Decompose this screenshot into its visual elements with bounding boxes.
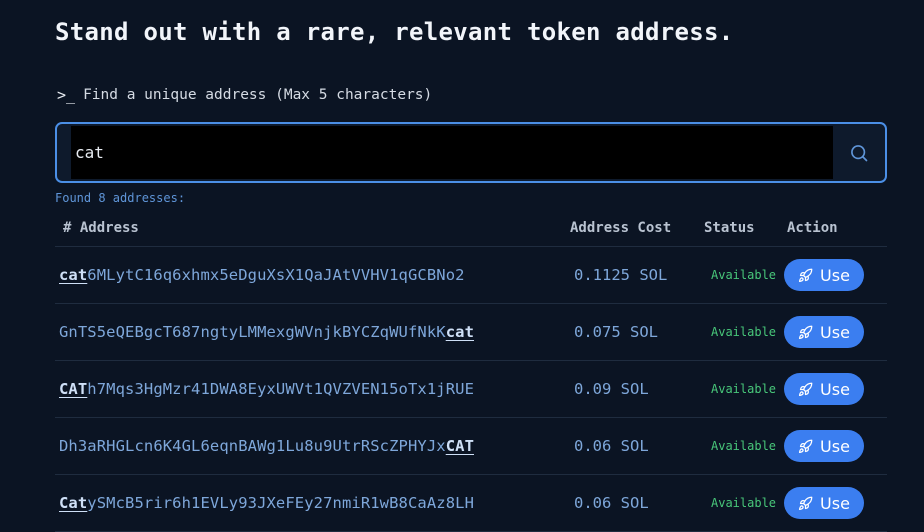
action-cell: Use bbox=[784, 316, 887, 348]
search-prompt: >_ Find a unique address (Max 5 characte… bbox=[57, 86, 432, 104]
header-action: Action bbox=[787, 220, 838, 236]
address-cost: 0.06 SOL bbox=[574, 437, 649, 455]
rocket-icon bbox=[798, 496, 813, 510]
search-input-wrapper bbox=[71, 126, 833, 179]
use-button-label: Use bbox=[820, 436, 850, 456]
table-body: cat6MLytC16q6xhmx5eDguXsX1QaJAtVVHV1qGCB… bbox=[55, 247, 887, 532]
table-row: CATh7Mqs3HgMzr41DWA8EyxUWVt1QVZVEN15oTx1… bbox=[55, 361, 887, 418]
address-suffix: 6MLytC16q6xhmx5eDguXsX1QaJAtVVHV1qGCBNo2 bbox=[87, 266, 465, 284]
rocket-icon bbox=[798, 439, 813, 453]
results-table: # Address Address Cost Status Action cat… bbox=[55, 210, 887, 532]
address-match: Cat bbox=[59, 494, 88, 512]
address-cell: GnTS5eQEBgcT687ngtyLMMexgWVnjkBYCZqWUfNk… bbox=[55, 323, 564, 341]
status-badge: Available bbox=[711, 382, 777, 396]
terminal-prompt-icon: >_ bbox=[57, 86, 76, 104]
address-cost: 0.075 SOL bbox=[574, 323, 658, 341]
address-prefix: GnTS5eQEBgcT687ngtyLMMexgWVnjkBYCZqWUfNk… bbox=[59, 323, 446, 341]
address-suffix: h7Mqs3HgMzr41DWA8EyxUWVt1QVZVEN15oTx1jRU… bbox=[87, 380, 474, 398]
search-input[interactable] bbox=[71, 142, 833, 163]
address-cell: CatySMcB5rir6h1EVLy93JXeFEy27nmiR1wB8CaA… bbox=[55, 494, 564, 512]
address-match: CAT bbox=[59, 380, 88, 398]
use-button[interactable]: Use bbox=[784, 487, 864, 519]
page-title: Stand out with a rare, relevant token ad… bbox=[55, 18, 734, 46]
results-count: Found 8 addresses: bbox=[55, 191, 186, 205]
status-badge: Available bbox=[711, 268, 777, 282]
address-match: cat bbox=[59, 266, 88, 284]
use-button[interactable]: Use bbox=[784, 316, 864, 348]
search-prompt-label: Find a unique address (Max 5 characters) bbox=[83, 87, 433, 103]
search-button[interactable] bbox=[833, 124, 885, 181]
header-cost: Address Cost bbox=[570, 220, 672, 236]
rocket-icon bbox=[798, 325, 813, 339]
status-badge: Available bbox=[711, 496, 777, 510]
table-row: cat6MLytC16q6xhmx5eDguXsX1QaJAtVVHV1qGCB… bbox=[55, 247, 887, 304]
header-address: # Address bbox=[63, 220, 139, 236]
table-header: # Address Address Cost Status Action bbox=[55, 210, 887, 247]
use-button-label: Use bbox=[820, 265, 850, 285]
address-cost: 0.09 SOL bbox=[574, 380, 649, 398]
action-cell: Use bbox=[784, 259, 887, 291]
address-cell: Dh3aRHGLcn6K4GL6eqnBAWg1Lu8u9UtrRScZPHYJ… bbox=[55, 437, 564, 455]
use-button[interactable]: Use bbox=[784, 373, 864, 405]
use-button[interactable]: Use bbox=[784, 259, 864, 291]
header-status: Status bbox=[704, 220, 755, 236]
use-button[interactable]: Use bbox=[784, 430, 864, 462]
address-cost: 0.06 SOL bbox=[574, 494, 649, 512]
table-row: Dh3aRHGLcn6K4GL6eqnBAWg1Lu8u9UtrRScZPHYJ… bbox=[55, 418, 887, 475]
table-row: GnTS5eQEBgcT687ngtyLMMexgWVnjkBYCZqWUfNk… bbox=[55, 304, 887, 361]
rocket-icon bbox=[798, 268, 813, 282]
search-box bbox=[55, 122, 887, 183]
address-cell: CATh7Mqs3HgMzr41DWA8EyxUWVt1QVZVEN15oTx1… bbox=[55, 380, 564, 398]
status-badge: Available bbox=[711, 439, 777, 453]
address-suffix: ySMcB5rir6h1EVLy93JXeFEy27nmiR1wB8CaAz8L… bbox=[87, 494, 474, 512]
action-cell: Use bbox=[784, 430, 887, 462]
address-prefix: Dh3aRHGLcn6K4GL6eqnBAWg1Lu8u9UtrRScZPHYJ… bbox=[59, 437, 446, 455]
action-cell: Use bbox=[784, 373, 887, 405]
address-cell: cat6MLytC16q6xhmx5eDguXsX1QaJAtVVHV1qGCB… bbox=[55, 266, 564, 284]
status-badge: Available bbox=[711, 325, 777, 339]
search-icon bbox=[851, 144, 868, 161]
use-button-label: Use bbox=[820, 322, 850, 342]
use-button-label: Use bbox=[820, 493, 850, 513]
address-cost: 0.1125 SOL bbox=[574, 266, 668, 284]
address-match: CAT bbox=[445, 437, 474, 455]
address-match: cat bbox=[445, 323, 474, 341]
action-cell: Use bbox=[784, 487, 887, 519]
use-button-label: Use bbox=[820, 379, 850, 399]
table-row: CatySMcB5rir6h1EVLy93JXeFEy27nmiR1wB8CaA… bbox=[55, 475, 887, 532]
rocket-icon bbox=[798, 382, 813, 396]
